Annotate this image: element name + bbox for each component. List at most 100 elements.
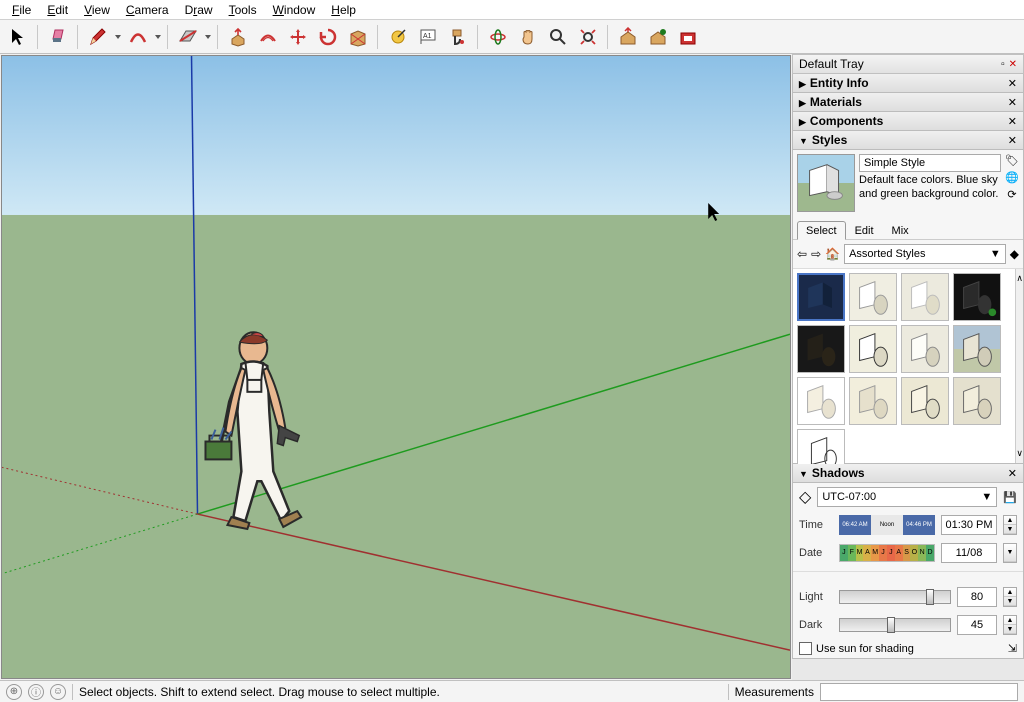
tool-zoom-extents[interactable] (574, 23, 602, 51)
tray-title[interactable]: Default Tray ▫ ✕ (792, 54, 1024, 74)
panel-shadows-close[interactable]: ✕ (1008, 467, 1017, 480)
tab-edit[interactable]: Edit (846, 221, 883, 240)
credits-icon[interactable]: ⓘ (28, 684, 44, 700)
tool-extension-warehouse[interactable] (674, 23, 702, 51)
shadows-toggle-icon[interactable]: ◇ (799, 487, 811, 507)
menu-camera[interactable]: Camera (118, 1, 177, 19)
tool-scale[interactable] (344, 23, 372, 51)
tab-mix[interactable]: Mix (883, 221, 918, 240)
menu-draw[interactable]: Draw (177, 1, 221, 19)
style-swatch[interactable] (849, 273, 897, 321)
date-spinner[interactable]: ▼ (1003, 543, 1017, 563)
person-icon[interactable]: ☺ (50, 684, 66, 700)
light-spinner[interactable]: ▲▼ (1003, 587, 1017, 607)
panel-styles[interactable]: ▼Styles ✕ (792, 131, 1024, 150)
menu-view[interactable]: View (76, 1, 118, 19)
tool-rectangle-dropdown[interactable] (204, 23, 212, 51)
panel-entity-info[interactable]: ▶Entity Info ✕ (792, 74, 1024, 93)
panel-components-close[interactable]: ✕ (1008, 115, 1017, 128)
date-slider[interactable]: JFMAMJJASOND (839, 544, 935, 562)
panel-entity-close[interactable]: ✕ (1008, 77, 1017, 90)
tool-pencil-dropdown[interactable] (114, 23, 122, 51)
menu-edit[interactable]: Edit (39, 1, 76, 19)
menubar: File Edit View Camera Draw Tools Window … (0, 0, 1024, 20)
tool-tape[interactable] (384, 23, 412, 51)
statusbar: ⊕ ⓘ ☺ Select objects. Shift to extend se… (0, 680, 1024, 702)
tool-3dwarehouse-share[interactable] (644, 23, 672, 51)
nav-fwd-icon[interactable]: ⇨ (811, 247, 821, 261)
time-slider[interactable]: 06:42 AM Noon 04:46 PM (839, 515, 935, 535)
time-input[interactable] (941, 515, 997, 535)
style-new-icon[interactable]: 🌐 (1005, 171, 1019, 184)
style-swatch[interactable] (797, 325, 845, 373)
style-swatch[interactable] (797, 377, 845, 425)
menu-window[interactable]: Window (265, 1, 324, 19)
tool-pencil[interactable] (84, 23, 112, 51)
menu-tools[interactable]: Tools (221, 1, 265, 19)
style-collection-combo[interactable]: Assorted Styles▼ (844, 244, 1006, 264)
light-label: Light (799, 591, 833, 603)
details-icon[interactable]: ◆ (1010, 247, 1019, 261)
panel-shadows-body: ◇ UTC-07:00▼ 💾 Time 06:42 AM Noon 04:46 … (792, 483, 1024, 659)
tool-paint[interactable] (444, 23, 472, 51)
tool-zoom[interactable] (544, 23, 572, 51)
measurements-input[interactable] (820, 683, 1018, 701)
tool-3dwarehouse-get[interactable] (614, 23, 642, 51)
tool-orbit[interactable] (484, 23, 512, 51)
status-hint: Select objects. Shift to extend select. … (79, 685, 722, 699)
tool-rotate[interactable] (314, 23, 342, 51)
menu-file[interactable]: File (4, 1, 39, 19)
panel-shadows[interactable]: ▼Shadows ✕ (792, 464, 1024, 483)
viewport-3d[interactable] (1, 55, 791, 679)
panel-components[interactable]: ▶Components ✕ (792, 112, 1024, 131)
nav-back-icon[interactable]: ⇦ (797, 247, 807, 261)
tray-pin-icon[interactable]: ▫ (1001, 59, 1005, 70)
current-style-thumb[interactable] (797, 154, 855, 212)
style-name-input[interactable] (859, 154, 1001, 172)
light-slider[interactable] (839, 590, 951, 604)
dark-input[interactable] (957, 615, 997, 635)
tool-arc-dropdown[interactable] (154, 23, 162, 51)
panel-materials[interactable]: ▶Materials ✕ (792, 93, 1024, 112)
style-display-icon[interactable]: 🏷 (1005, 154, 1019, 167)
style-swatch[interactable] (901, 325, 949, 373)
shadow-save-icon[interactable]: 💾 (1003, 491, 1017, 504)
style-update-icon[interactable]: ⟳ (1007, 188, 1016, 201)
scene-canvas[interactable] (2, 56, 790, 678)
style-swatch[interactable] (953, 377, 1001, 425)
tray-close-icon[interactable]: ✕ (1009, 59, 1017, 70)
styles-scrollbar[interactable]: ∧∨ (1015, 269, 1023, 463)
time-label: Time (799, 519, 833, 531)
panel-materials-close[interactable]: ✕ (1008, 96, 1017, 109)
date-input[interactable] (941, 543, 997, 563)
style-swatch[interactable] (953, 325, 1001, 373)
dark-spinner[interactable]: ▲▼ (1003, 615, 1017, 635)
nav-home-icon[interactable]: 🏠 (825, 247, 840, 261)
style-swatch[interactable] (901, 377, 949, 425)
style-swatch[interactable] (849, 325, 897, 373)
tool-eraser[interactable] (44, 23, 72, 51)
dark-slider[interactable] (839, 618, 951, 632)
tool-rectangle[interactable] (174, 23, 202, 51)
timezone-combo[interactable]: UTC-07:00▼ (817, 487, 997, 507)
style-swatch[interactable] (849, 377, 897, 425)
tool-offset[interactable] (254, 23, 282, 51)
tool-text[interactable]: A1 (414, 23, 442, 51)
tool-arc[interactable] (124, 23, 152, 51)
dark-label: Dark (799, 619, 833, 631)
tool-pan[interactable] (514, 23, 542, 51)
tool-pushpull[interactable] (224, 23, 252, 51)
light-input[interactable] (957, 587, 997, 607)
time-spinner[interactable]: ▲▼ (1003, 515, 1017, 535)
shadows-expand-icon[interactable]: ⇲ (1008, 642, 1017, 655)
tool-select[interactable] (4, 23, 32, 51)
menu-help[interactable]: Help (323, 1, 364, 19)
style-swatch[interactable] (901, 273, 949, 321)
geo-icon[interactable]: ⊕ (6, 684, 22, 700)
style-swatch[interactable] (797, 273, 845, 321)
use-sun-checkbox[interactable] (799, 642, 812, 655)
tool-move[interactable] (284, 23, 312, 51)
style-swatch[interactable] (953, 273, 1001, 321)
tab-select[interactable]: Select (797, 221, 846, 240)
panel-styles-close[interactable]: ✕ (1008, 134, 1017, 147)
